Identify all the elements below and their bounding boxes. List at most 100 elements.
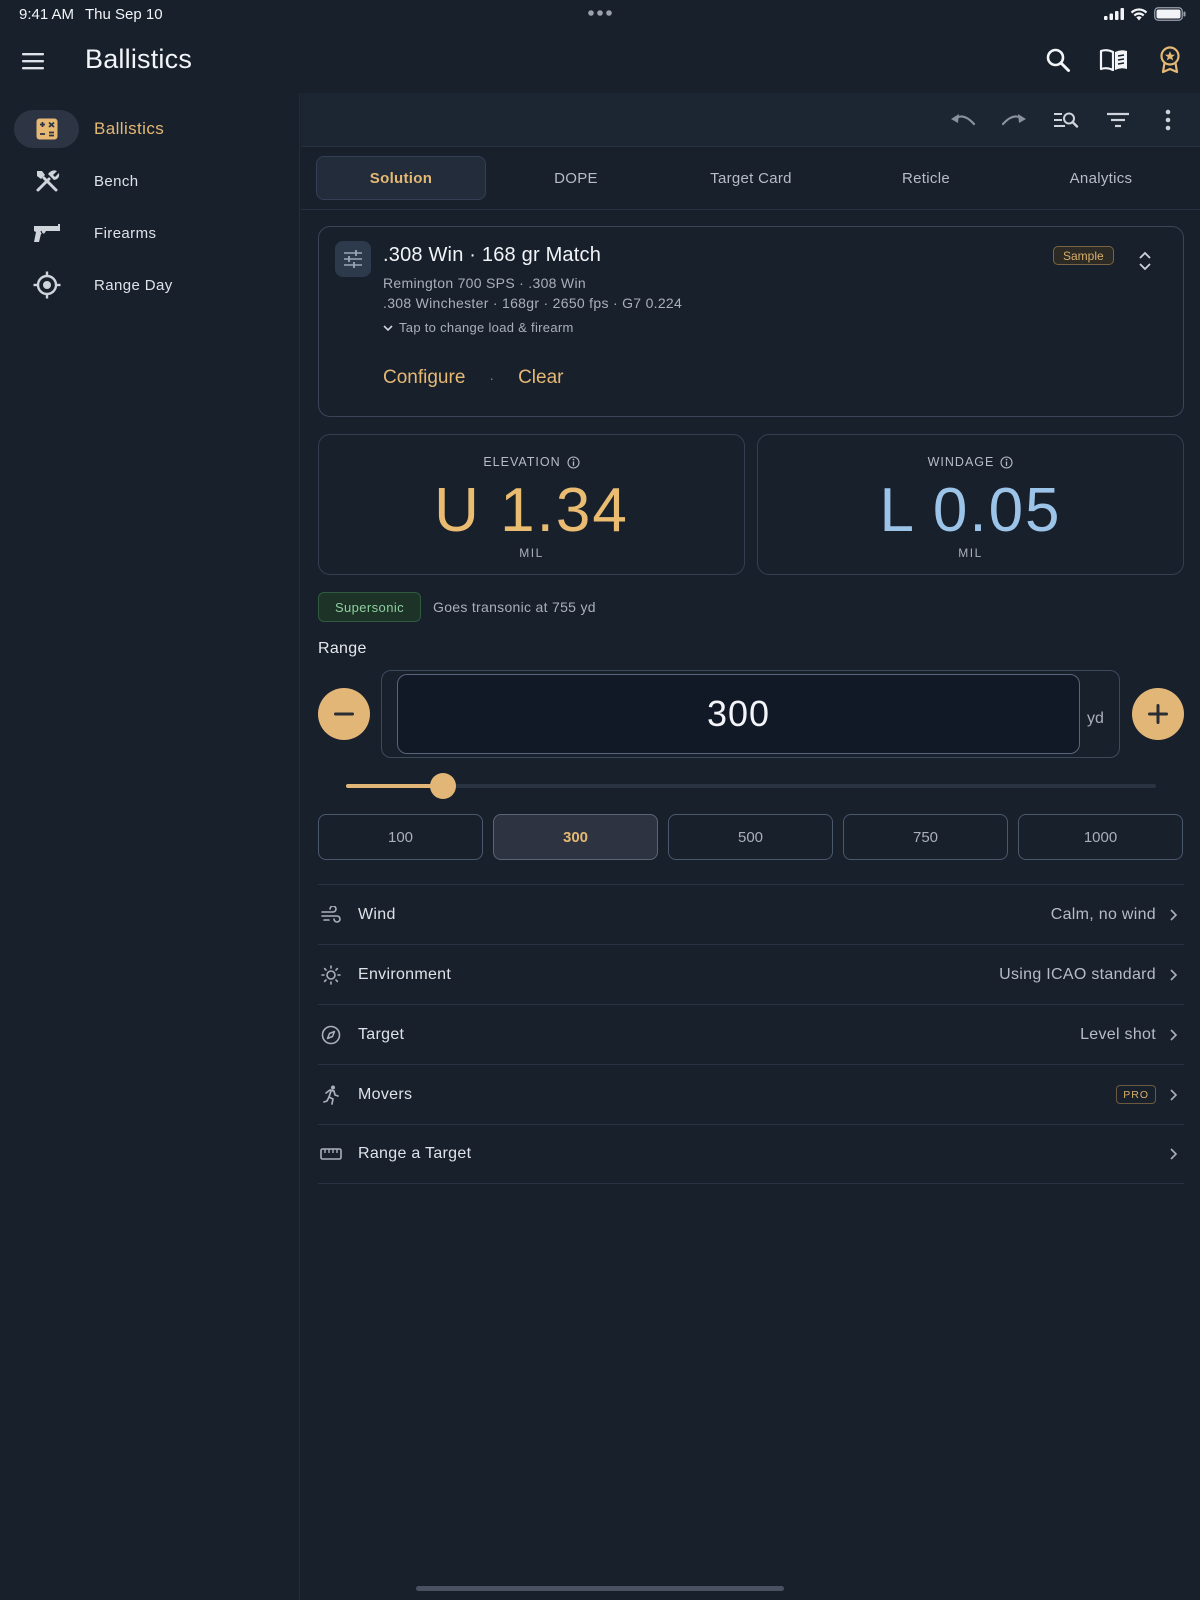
calculator-icon xyxy=(35,117,59,141)
settings-row-label: Wind xyxy=(358,905,396,923)
decrement-range-button[interactable] xyxy=(318,688,370,740)
info-icon[interactable] xyxy=(567,455,580,469)
expand-collapse-icon[interactable] xyxy=(1135,249,1155,273)
main-content: Solution DOPE Target Card Reticle Analyt… xyxy=(301,93,1200,1600)
elevation-label: ELEVATION xyxy=(483,455,561,469)
tab-dope[interactable]: DOPE xyxy=(491,156,661,200)
cellular-signal-icon xyxy=(1104,8,1124,20)
load-title: .308 Win · 168 gr Match xyxy=(383,244,602,266)
windage-readout[interactable]: WINDAGE L 0.05 MIL xyxy=(757,434,1184,575)
action-separator: · xyxy=(489,370,495,386)
change-load-hint-text: Tap to change load & firearm xyxy=(399,320,574,335)
filter-icon[interactable] xyxy=(1104,107,1132,133)
wifi-icon xyxy=(1130,7,1148,21)
settings-row-environment[interactable]: Environment Using ICAO standard xyxy=(318,944,1184,1004)
sidebar-item-ballistics[interactable]: Ballistics xyxy=(14,110,284,148)
status-time: 9:41 AM xyxy=(19,6,75,23)
runner-icon xyxy=(320,1084,342,1106)
settings-row-movers[interactable]: Movers PRO xyxy=(318,1064,1184,1124)
sidebar-item-range-day[interactable]: Range Day xyxy=(14,266,284,304)
configure-button[interactable]: Configure xyxy=(383,367,465,389)
battery-icon xyxy=(1154,7,1186,21)
tab-target-card[interactable]: Target Card xyxy=(666,156,836,200)
status-bar: 9:41 AM Thu Sep 10 xyxy=(0,0,1200,28)
more-vertical-icon[interactable] xyxy=(1154,107,1182,133)
toolbar xyxy=(301,93,1200,147)
tab-bar: Solution DOPE Target Card Reticle Analyt… xyxy=(301,148,1200,210)
increment-range-button[interactable] xyxy=(1132,688,1184,740)
hamburger-menu-icon[interactable] xyxy=(20,49,46,73)
tab-solution[interactable]: Solution xyxy=(316,156,486,200)
sidebar-item-label: Ballistics xyxy=(94,119,165,138)
settings-list: Wind Calm, no wind Environment Using ICA… xyxy=(318,884,1184,1184)
chevron-right-icon xyxy=(1166,1147,1180,1161)
award-icon[interactable] xyxy=(1152,42,1188,78)
preset-300-button[interactable]: 300 xyxy=(493,814,658,860)
chevron-right-icon xyxy=(1166,968,1180,982)
elevation-readout[interactable]: ELEVATION U 1.34 MIL xyxy=(318,434,745,575)
redo-icon[interactable] xyxy=(1000,107,1028,133)
sidebar-item-label: Firearms xyxy=(94,224,157,242)
tab-reticle[interactable]: Reticle xyxy=(841,156,1011,200)
sidebar-item-bench[interactable]: Bench xyxy=(14,162,284,200)
settings-row-range-a-target[interactable]: Range a Target xyxy=(318,1124,1184,1184)
status-date: Thu Sep 10 xyxy=(85,6,163,23)
settings-row-label: Movers xyxy=(358,1085,413,1103)
settings-row-value: Level shot xyxy=(1080,1025,1156,1043)
windage-unit: MIL xyxy=(958,546,983,560)
tab-analytics[interactable]: Analytics xyxy=(1016,156,1186,200)
range-slider-thumb[interactable] xyxy=(430,773,457,799)
book-icon[interactable] xyxy=(1096,42,1132,78)
sidebar-item-label: Bench xyxy=(94,172,139,190)
minus-icon xyxy=(334,712,354,716)
sidebar-item-label: Range Day xyxy=(94,276,173,294)
plus-icon xyxy=(1148,704,1168,724)
settings-row-target[interactable]: Target Level shot xyxy=(318,1004,1184,1064)
sun-icon xyxy=(320,964,342,986)
chevron-down-icon xyxy=(383,324,393,332)
clear-button[interactable]: Clear xyxy=(518,367,563,389)
preset-750-button[interactable]: 750 xyxy=(843,814,1008,860)
elevation-unit: MIL xyxy=(519,546,544,560)
settings-row-wind[interactable]: Wind Calm, no wind xyxy=(318,884,1184,944)
range-presets: 100 300 500 750 1000 xyxy=(318,814,1184,860)
compass-icon xyxy=(320,1024,342,1046)
info-icon[interactable] xyxy=(1000,455,1013,469)
settings-row-label: Environment xyxy=(358,965,452,983)
settings-row-label: Target xyxy=(358,1025,405,1043)
windage-label: WINDAGE xyxy=(927,455,995,469)
settings-row-label: Range a Target xyxy=(358,1145,472,1162)
range-slider-fill xyxy=(346,784,444,788)
wind-icon xyxy=(320,904,342,926)
search-icon[interactable] xyxy=(1040,42,1076,78)
ruler-icon xyxy=(320,1143,342,1165)
home-indicator[interactable] xyxy=(416,1586,784,1591)
settings-row-value: Calm, no wind xyxy=(1050,905,1156,923)
search-list-icon[interactable] xyxy=(1052,107,1080,133)
range-label: Range xyxy=(318,640,367,657)
range-input-container: 300 yd xyxy=(381,670,1120,758)
sample-badge: Sample xyxy=(1053,246,1114,265)
chevron-right-icon xyxy=(1166,1028,1180,1042)
app-title: Ballistics xyxy=(85,44,193,74)
range-slider[interactable] xyxy=(346,773,1156,799)
sidebar-item-firearms[interactable]: Firearms xyxy=(14,214,284,252)
preset-500-button[interactable]: 500 xyxy=(668,814,833,860)
preset-1000-button[interactable]: 1000 xyxy=(1018,814,1183,860)
range-input[interactable]: 300 xyxy=(397,674,1080,754)
transonic-note: Goes transonic at 755 yd xyxy=(433,599,596,615)
chevron-right-icon xyxy=(1166,1088,1180,1102)
load-card[interactable]: .308 Win · 168 gr Match Remington 700 SP… xyxy=(318,226,1184,417)
crosshair-icon xyxy=(33,271,61,299)
change-load-hint[interactable]: Tap to change load & firearm xyxy=(383,320,574,335)
load-actions: Configure · Clear xyxy=(383,367,563,389)
chevron-right-icon xyxy=(1166,908,1180,922)
elevation-value: U 1.34 xyxy=(434,476,629,545)
pistol-icon xyxy=(32,221,62,245)
multitasking-dots-icon[interactable] xyxy=(587,6,613,20)
preset-100-button[interactable]: 100 xyxy=(318,814,483,860)
undo-icon[interactable] xyxy=(949,107,977,133)
settings-row-value: Using ICAO standard xyxy=(999,965,1156,983)
load-firearm: Remington 700 SPS · .308 Win xyxy=(383,275,586,291)
sliders-icon[interactable] xyxy=(335,241,371,277)
